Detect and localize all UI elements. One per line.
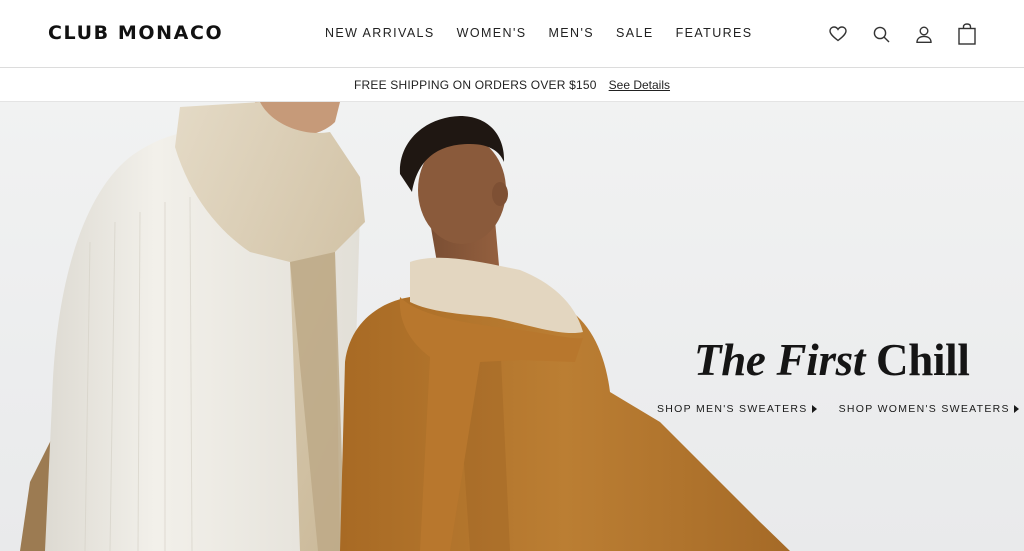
shopping-bag-icon[interactable] [955, 22, 979, 46]
shop-mens-sweaters-label: SHOP MEN'S SWEATERS [657, 403, 808, 415]
hero-title-regular: Chill [876, 335, 970, 385]
hero-title: The First Chill [694, 334, 970, 386]
hero-links: SHOP MEN'S SWEATERS SHOP WOMEN'S SWEATER… [657, 403, 1019, 415]
shop-womens-sweaters-link[interactable]: SHOP WOMEN'S SWEATERS [839, 403, 1019, 415]
nav-mens[interactable]: MEN'S [548, 26, 594, 40]
search-icon[interactable] [869, 22, 893, 46]
nav-new-arrivals[interactable]: NEW ARRIVALS [325, 26, 435, 40]
promo-bar: FREE SHIPPING ON ORDERS OVER $150 See De… [0, 68, 1024, 102]
nav-features[interactable]: FEATURES [676, 26, 753, 40]
user-icon[interactable] [912, 22, 936, 46]
hero-banner[interactable]: The First Chill SHOP MEN'S SWEATERS SHOP… [0, 102, 1024, 551]
main-nav: NEW ARRIVALS WOMEN'S MEN'S SALE FEATURES [325, 26, 775, 40]
play-arrow-icon [811, 405, 817, 413]
site-header: CLUB MONACO NEW ARRIVALS WOMEN'S MEN'S S… [0, 0, 1024, 68]
brand-logo[interactable]: CLUB MONACO [48, 22, 223, 44]
nav-sale[interactable]: SALE [616, 26, 654, 40]
hero-title-italic: The First [694, 335, 866, 385]
hero-image [20, 102, 790, 551]
header-icons [826, 22, 979, 46]
play-arrow-icon [1013, 405, 1019, 413]
heart-icon[interactable] [826, 22, 850, 46]
shop-womens-sweaters-label: SHOP WOMEN'S SWEATERS [838, 403, 1010, 415]
female-ear-shape [492, 182, 508, 206]
shop-mens-sweaters-link[interactable]: SHOP MEN'S SWEATERS [657, 403, 817, 415]
see-details-link[interactable]: See Details [609, 78, 670, 92]
nav-womens[interactable]: WOMEN'S [457, 26, 527, 40]
promo-text: FREE SHIPPING ON ORDERS OVER $150 [353, 77, 597, 92]
